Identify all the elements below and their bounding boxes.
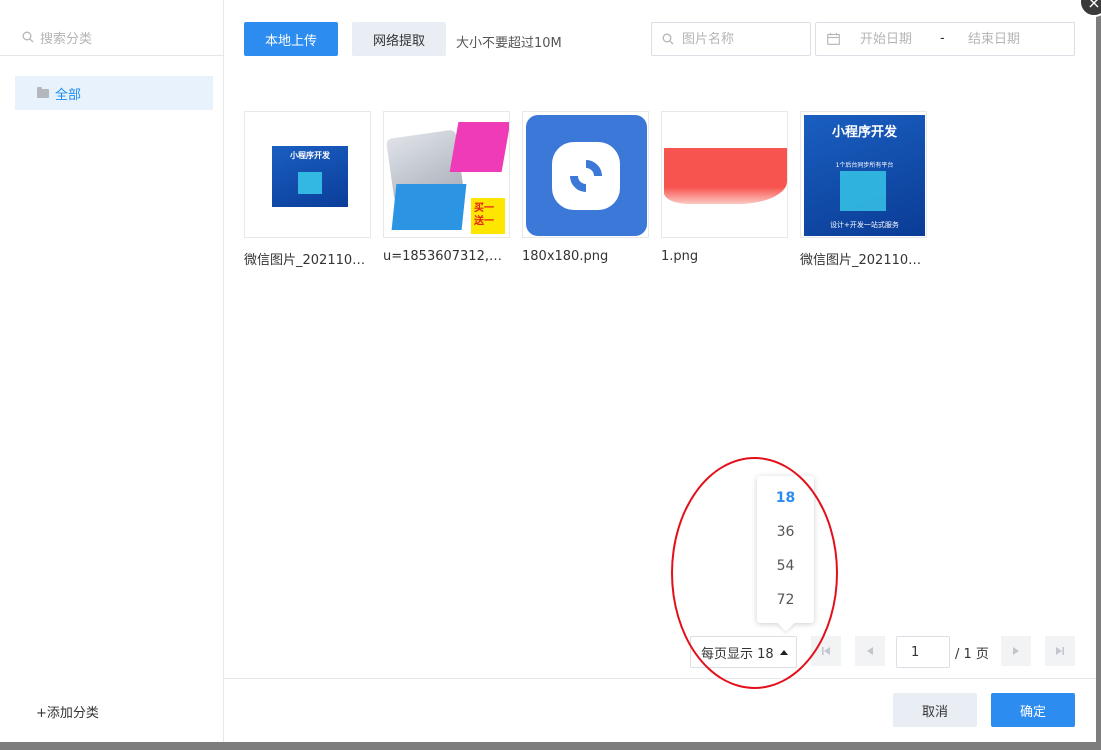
thumbnail-blue-stand [391, 184, 467, 230]
last-page-button[interactable] [1045, 636, 1075, 666]
thumbnail-promo: 买一送一 [471, 198, 505, 234]
image-name-input[interactable] [682, 24, 804, 54]
category-label: 全部 [55, 87, 82, 103]
page-size-option[interactable]: 72 [757, 583, 814, 617]
thumbnail-cubes [298, 172, 322, 194]
page-size-select[interactable]: 每页显示 18 [690, 636, 797, 668]
last-page-icon [1056, 647, 1064, 655]
image-thumbnail[interactable] [522, 111, 649, 238]
first-page-button[interactable] [811, 636, 841, 666]
category-item-all[interactable]: 全部 [15, 76, 213, 110]
network-fetch-button[interactable]: 网络提取 [352, 22, 446, 56]
image-thumbnail[interactable]: 小程序开发 1个后台同步所有平台 设计+开发一站式服务 [800, 111, 927, 238]
image-name: 1.png [661, 249, 699, 264]
image-thumbnail[interactable]: 小程序开发 [244, 111, 371, 238]
thumbnail-footer: 设计+开发一站式服务 [830, 221, 899, 229]
thumbnail-title: 小程序开发 [831, 125, 897, 140]
start-date-input[interactable] [860, 24, 930, 54]
image-name-search [651, 22, 811, 56]
add-category-button[interactable]: +添加分类 [36, 702, 99, 721]
folder-icon [37, 86, 49, 98]
page-number-input[interactable] [897, 637, 949, 667]
page-size-option[interactable]: 36 [757, 515, 814, 549]
search-icon [662, 33, 674, 45]
prev-page-icon [867, 647, 873, 655]
caret-up-icon [779, 649, 788, 655]
dropdown-arrow [777, 614, 795, 632]
date-separator: - [940, 31, 945, 46]
next-page-button[interactable] [1001, 636, 1031, 666]
image-thumbnail[interactable] [661, 111, 788, 238]
thumbnail-pink-stand [449, 122, 509, 172]
category-search-input[interactable] [40, 28, 210, 50]
category-sidebar: 全部 +添加分类 [0, 0, 224, 742]
total-pages: / 1 页 [955, 647, 989, 662]
page-size-option[interactable]: 18 [757, 481, 814, 515]
footer-divider [224, 678, 1096, 679]
calendar-icon [827, 33, 840, 45]
page-size-dropdown: 18 36 54 72 [757, 476, 814, 632]
thumbnail-picture: 小程序开发 [272, 146, 348, 207]
thumbnail-app-icon [526, 115, 647, 236]
image-picker-modal: 全部 +添加分类 本地上传 网络提取 大小不要超过10M - 小程序开发 微信图… [0, 0, 1096, 742]
thumbnail-subtitle: 1个后台同步所有平台 [835, 162, 894, 169]
end-date-input[interactable] [968, 24, 1048, 54]
thumbnail-cubes [840, 171, 886, 211]
image-name: 微信图片_2021100... [244, 253, 371, 268]
local-upload-button[interactable]: 本地上传 [244, 22, 338, 56]
page-number-field [896, 636, 950, 668]
image-name: 180x180.png [522, 249, 609, 264]
page-size-label: 每页显示 18 [701, 646, 774, 662]
search-icon [22, 31, 34, 43]
cancel-button[interactable]: 取消 [893, 693, 977, 727]
confirm-button[interactable]: 确定 [991, 693, 1075, 727]
app-icon-badge [552, 142, 620, 210]
prev-page-button[interactable] [855, 636, 885, 666]
date-range-picker[interactable]: - [815, 22, 1075, 56]
category-search [0, 20, 224, 56]
first-page-icon [822, 647, 830, 655]
thumbnail-title: 小程序开发 [290, 151, 330, 160]
page-size-option[interactable]: 54 [757, 549, 814, 583]
next-page-icon [1013, 647, 1019, 655]
image-thumbnail[interactable]: 买一送一 [383, 111, 510, 238]
thumbnail-red-banner [664, 148, 787, 204]
image-name: 微信图片_2021100... [800, 253, 927, 268]
app-icon-swirl [563, 153, 609, 199]
thumbnail-picture: 小程序开发 1个后台同步所有平台 设计+开发一站式服务 [804, 115, 925, 236]
size-hint: 大小不要超过10M [456, 36, 562, 51]
image-name: u=1853607312,39... [383, 249, 510, 264]
